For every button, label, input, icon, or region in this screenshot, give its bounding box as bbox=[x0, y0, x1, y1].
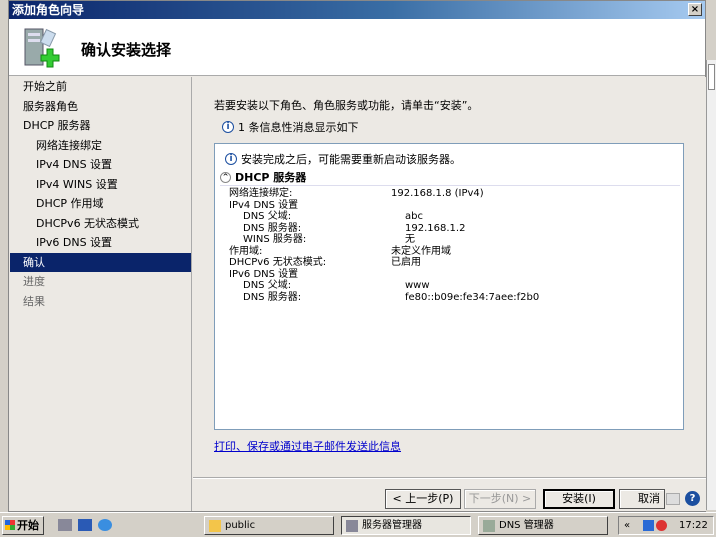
setting-key: DHCPv6 无状态模式: bbox=[229, 257, 327, 268]
nav-item[interactable]: DHCP 作用域 bbox=[10, 194, 191, 214]
volume-muted-icon[interactable] bbox=[656, 520, 667, 531]
system-tray: « 17:22 bbox=[618, 516, 714, 535]
info-icon: i bbox=[222, 121, 234, 133]
task-public[interactable]: public bbox=[204, 516, 334, 535]
setting-key: WINS 服务器: bbox=[243, 234, 307, 245]
wizard-nav: 开始之前 服务器角色 DHCP 服务器 网络连接绑定 IPv4 DNS 设置 IPv4 W… bbox=[10, 77, 192, 511]
nav-item[interactable]: 网络连接绑定 bbox=[10, 136, 191, 156]
setting-row: 网络连接绑定: 192.168.1.8 (IPv4) bbox=[229, 188, 669, 200]
background-scrollbar[interactable] bbox=[706, 60, 716, 510]
wizard-header: 确认安装选择 bbox=[9, 19, 705, 76]
server-manager-icon bbox=[346, 520, 358, 532]
setting-key: DNS 父域: bbox=[243, 211, 292, 222]
setting-key: DNS 父域: bbox=[243, 280, 292, 291]
message-count: 1 条信息性消息显示如下 bbox=[238, 121, 359, 134]
restart-note: i 安装完成之后，可能需要重新启动该服务器。 bbox=[225, 151, 461, 167]
setting-row: DNS 父域: www bbox=[229, 280, 669, 292]
scrollbar-thumb[interactable] bbox=[708, 64, 715, 90]
message-summary: i 1 条信息性消息显示如下 bbox=[222, 119, 359, 135]
previous-button[interactable]: < 上一步(P) bbox=[385, 489, 461, 509]
dns-icon bbox=[483, 520, 495, 532]
window-title: 添加角色向导 bbox=[12, 3, 85, 17]
nav-item[interactable]: IPv6 DNS 设置 bbox=[10, 233, 191, 253]
setting-value: 已启用 bbox=[391, 257, 421, 268]
task-label: public bbox=[225, 520, 256, 531]
setting-row: DNS 服务器: 192.168.1.2 bbox=[229, 223, 669, 235]
tray-expand-button[interactable]: « bbox=[624, 517, 630, 534]
cancel-button[interactable]: 取消 bbox=[619, 489, 665, 509]
nav-item[interactable]: DHCP 服务器 bbox=[10, 116, 191, 136]
setting-key: 作用域: bbox=[229, 245, 263, 257]
task-label: DNS 管理器 bbox=[499, 520, 554, 531]
intro-text: 若要安装以下角色、角色服务或功能，请单击“安装”。 bbox=[214, 99, 479, 112]
task-dns-manager[interactable]: DNS 管理器 bbox=[478, 516, 608, 535]
setting-row: WINS 服务器: 无 bbox=[229, 234, 669, 246]
section-title: DHCP 服务器 bbox=[235, 171, 307, 184]
page-title: 确认安装选择 bbox=[81, 41, 172, 59]
section-dhcp-server[interactable]: ^ DHCP 服务器 bbox=[220, 169, 680, 186]
setting-row: IPv6 DNS 设置 bbox=[229, 269, 669, 281]
settings-list: 网络连接绑定: 192.168.1.8 (IPv4) IPv4 DNS 设置 DNS … bbox=[229, 188, 669, 303]
setting-value: 未定义作用域 bbox=[391, 245, 451, 257]
close-button[interactable]: × bbox=[688, 3, 702, 16]
nav-item[interactable]: 进度 bbox=[10, 272, 191, 292]
main-panel: 若要安装以下角色、角色服务或功能，请单击“安装”。 i1 条信息性消息显示如下 … bbox=[193, 77, 706, 511]
taskbar: 开始 public 服务器管理器 DNS 管理器 « 17:22 bbox=[0, 512, 716, 537]
info-icon: i bbox=[225, 153, 237, 165]
nav-item[interactable]: IPv4 DNS 设置 bbox=[10, 155, 191, 175]
nav-item[interactable]: 确认 bbox=[10, 252, 191, 272]
setting-row: DNS 父域: abc bbox=[229, 211, 669, 223]
nav-item[interactable]: IPv4 WINS 设置 bbox=[10, 175, 191, 195]
setting-value: fe80::b09e:fe34:7aee:f2b0 bbox=[405, 291, 540, 303]
print-save-email-link[interactable]: 打印、保存或通过电子邮件发送此信息 bbox=[214, 438, 401, 454]
task-server-manager[interactable]: 服务器管理器 bbox=[341, 516, 471, 535]
server-add-icon bbox=[24, 28, 60, 68]
nav-item[interactable]: 服务器角色 bbox=[10, 97, 191, 117]
network-icon[interactable] bbox=[643, 520, 654, 531]
confirmation-box: i 安装完成之后，可能需要重新启动该服务器。 ^ DHCP 服务器 网络连接绑定: 1… bbox=[214, 143, 684, 430]
setting-value: 192.168.1.2 bbox=[405, 222, 466, 234]
keyboard-icon[interactable] bbox=[666, 493, 680, 505]
add-roles-wizard-dialog: 添加角色向导 × 确认安装选择 开始之前 服务器角色 DHCP 服务器 网络连接绑定 I… bbox=[8, 0, 706, 512]
install-button[interactable]: 安装(I) bbox=[543, 489, 615, 509]
server-manager-quicklaunch-icon[interactable] bbox=[58, 519, 72, 531]
powershell-quicklaunch-icon[interactable] bbox=[78, 519, 92, 531]
setting-key: IPv4 DNS 设置 bbox=[229, 199, 299, 211]
setting-key: DNS 服务器: bbox=[243, 291, 302, 303]
setting-row: IPv4 DNS 设置 bbox=[229, 200, 669, 212]
divider bbox=[193, 477, 706, 479]
internet-explorer-icon[interactable] bbox=[98, 519, 112, 531]
setting-value: www bbox=[405, 280, 430, 291]
setting-row: 作用域: 未定义作用域 bbox=[229, 246, 669, 258]
nav-item[interactable]: 结果 bbox=[10, 292, 191, 312]
title-bar: 添加角色向导 × bbox=[9, 1, 705, 19]
start-button[interactable]: 开始 bbox=[2, 516, 44, 535]
next-button[interactable]: 下一步(N) > bbox=[464, 489, 536, 509]
help-icon[interactable]: ? bbox=[685, 491, 700, 506]
nav-item[interactable]: DHCPv6 无状态模式 bbox=[10, 214, 191, 234]
setting-row: DHCPv6 无状态模式: 已启用 bbox=[229, 257, 669, 269]
clock[interactable]: 17:22 bbox=[679, 517, 708, 534]
setting-key: DNS 服务器: bbox=[243, 222, 302, 234]
chevron-up-icon[interactable]: ^ bbox=[220, 171, 231, 183]
setting-key: 网络连接绑定: bbox=[229, 188, 293, 199]
setting-key: IPv6 DNS 设置 bbox=[229, 268, 299, 280]
setting-value: 无 bbox=[405, 234, 415, 245]
folder-icon bbox=[209, 520, 221, 532]
task-label: 服务器管理器 bbox=[362, 520, 422, 531]
setting-value: 192.168.1.8 (IPv4) bbox=[391, 188, 484, 199]
setting-row: DNS 服务器: fe80::b09e:fe34:7aee:f2b0 bbox=[229, 292, 669, 304]
nav-item[interactable]: 开始之前 bbox=[10, 77, 191, 97]
restart-note-text: 安装完成之后，可能需要重新启动该服务器。 bbox=[241, 153, 461, 166]
setting-value: abc bbox=[405, 211, 423, 222]
